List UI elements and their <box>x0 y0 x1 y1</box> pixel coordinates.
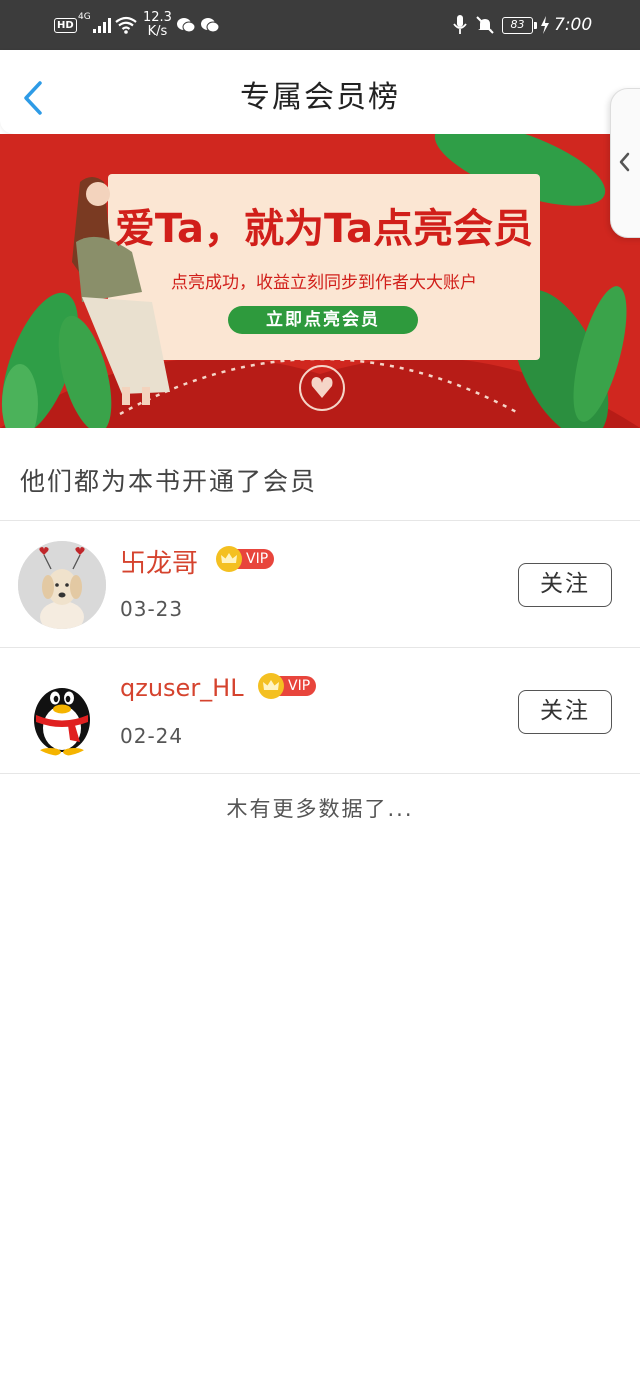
dog-avatar-icon <box>18 541 106 629</box>
section-title: 他们都为本书开通了会员 <box>20 467 318 496</box>
no-more-data-text: 木有更多数据了... <box>226 797 414 821</box>
vip-badge: VIP <box>258 673 317 699</box>
vip-badge: VIP <box>216 546 275 572</box>
side-drawer-tab[interactable] <box>610 88 640 238</box>
follow-button[interactable]: 关注 <box>518 563 612 607</box>
banner-headline: 爱Ta，就为Ta点亮会员 <box>114 206 534 252</box>
crown-icon <box>258 673 284 699</box>
banner-subline: 点亮成功，收益立刻同步到作者大大账户 <box>171 273 477 293</box>
list-item[interactable]: qzuser_HL VIP 02-24 关注 <box>0 648 640 774</box>
activate-member-button[interactable]: 立即点亮会员 <box>228 306 418 334</box>
avatar[interactable] <box>18 668 106 756</box>
avatar[interactable] <box>18 541 106 629</box>
nav-header: 专属会员榜 <box>0 50 640 134</box>
member-banner[interactable]: 爱Ta，就为Ta点亮会员 点亮成功，收益立刻同步到作者大大账户 立即点亮会员 <box>0 134 640 428</box>
crown-icon <box>216 546 242 572</box>
qq-penguin-icon <box>34 688 90 756</box>
list-item[interactable]: 卐龙哥 VIP 03-23 关注 <box>0 521 640 647</box>
divider <box>0 773 640 774</box>
follow-button[interactable]: 关注 <box>518 690 612 734</box>
member-name[interactable]: 卐龙哥 <box>120 543 198 580</box>
member-date: 03-23 <box>120 597 184 621</box>
member-date: 02-24 <box>120 724 184 748</box>
member-name[interactable]: qzuser_HL <box>120 674 244 702</box>
chevron-left-icon <box>619 152 630 172</box>
